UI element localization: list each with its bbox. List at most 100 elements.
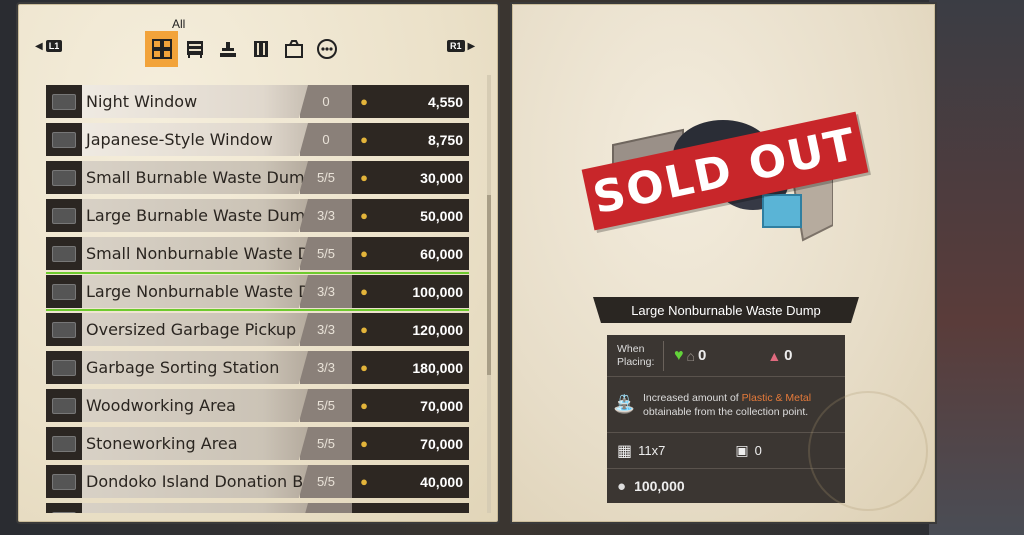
item-name: Large Burnable Waste Dump bbox=[82, 199, 308, 232]
house-icon: ⌂ bbox=[686, 347, 695, 364]
coin-icon: ● bbox=[352, 275, 376, 308]
item-stock: 5/5 bbox=[300, 503, 352, 513]
list-item[interactable]: Night Window 0 ● 4,550 bbox=[46, 85, 469, 118]
tab-all[interactable] bbox=[145, 31, 178, 67]
money-bag-icon: ● bbox=[617, 477, 627, 495]
more-icon bbox=[316, 39, 337, 59]
effect-description: ⛲ Increased amount of Plastic & Metal ob… bbox=[607, 377, 845, 433]
size-grid-icon: ▦ bbox=[617, 442, 633, 460]
item-stock: 0 bbox=[300, 123, 352, 156]
item-thumbnail bbox=[46, 351, 82, 384]
list-item[interactable]: Garbage Sorting Station 3/3 ● 180,000 bbox=[46, 351, 469, 384]
hearts-stat: ♥ ⌂ 0 ▲ 0 bbox=[664, 347, 793, 365]
item-name: Dondoko Island Donation Box bbox=[82, 465, 308, 498]
item-stock: 0 bbox=[300, 85, 352, 118]
tab-walls[interactable] bbox=[244, 31, 277, 67]
heart-icon: ♥ bbox=[674, 346, 684, 364]
hearts-value: 0 bbox=[697, 347, 707, 364]
item-thumbnail bbox=[46, 85, 82, 118]
coin-icon: ● bbox=[352, 313, 376, 346]
item-name: Night Window bbox=[82, 85, 308, 118]
item-price: 100,000 bbox=[376, 275, 469, 308]
item-name: Large Nonburnable Waste Dum bbox=[82, 275, 308, 308]
grid-icon bbox=[151, 39, 172, 59]
coin-icon: ● bbox=[352, 199, 376, 232]
item-thumbnail bbox=[46, 427, 82, 460]
prev-category-hint[interactable]: ◀ L1 bbox=[35, 40, 63, 52]
arrow-left-icon: ◀ bbox=[35, 40, 43, 52]
item-stock: 3/3 bbox=[300, 313, 352, 346]
coin-icon: ● bbox=[352, 85, 376, 118]
item-price: 180,000 bbox=[376, 351, 469, 384]
item-price: 30,000 bbox=[376, 161, 469, 194]
item-price: 120,000 bbox=[376, 313, 469, 346]
item-name: Japanese-Style Window bbox=[82, 123, 308, 156]
item-stock: 5/5 bbox=[300, 427, 352, 460]
item-stock: 3/3 bbox=[300, 199, 352, 232]
item-stock: 3/3 bbox=[300, 275, 352, 308]
item-name: Stoneworking Area bbox=[82, 427, 308, 460]
item-name: Small Nonburnable Waste Dum bbox=[82, 237, 308, 270]
coin-icon: ● bbox=[352, 503, 376, 513]
list-item[interactable]: Small Nonburnable Waste Dum 5/5 ● 60,000 bbox=[46, 237, 469, 270]
tab-items[interactable] bbox=[277, 31, 310, 67]
item-price: 70,000 bbox=[376, 427, 469, 460]
item-price: 70,000 bbox=[376, 389, 469, 422]
item-price: 50,000 bbox=[376, 199, 469, 232]
l1-button-label: L1 bbox=[45, 40, 63, 52]
placement-stats: When Placing: ♥ ⌂ 0 ▲ 0 bbox=[607, 335, 845, 377]
arrow-right-icon: ▶ bbox=[467, 40, 476, 52]
item-stock: 5/5 bbox=[300, 161, 352, 194]
shop-item-list: Night Window 0 ● 4,550 Japanese-Style Wi… bbox=[46, 75, 469, 513]
item-thumbnail bbox=[46, 199, 82, 232]
coin-icon: ● bbox=[352, 465, 376, 498]
item-info-box: When Placing: ♥ ⌂ 0 ▲ 0 ⛲ Increased amou… bbox=[607, 335, 845, 503]
materials-value: 0 bbox=[754, 443, 762, 458]
price-value: 100,000 bbox=[634, 478, 685, 494]
fountain-icon bbox=[219, 42, 236, 57]
likes-value: 0 bbox=[784, 347, 793, 364]
list-item[interactable]: Small Chicken Coop 5/5 ● 20,000 bbox=[46, 503, 469, 513]
item-thumbnail bbox=[46, 389, 82, 422]
list-item[interactable]: Dondoko Island Donation Box 5/5 ● 40,000 bbox=[46, 465, 469, 498]
list-item[interactable]: Stoneworking Area 5/5 ● 70,000 bbox=[46, 427, 469, 460]
dresser-icon bbox=[186, 41, 203, 58]
item-price: 60,000 bbox=[376, 237, 469, 270]
list-item[interactable]: Japanese-Style Window 0 ● 8,750 bbox=[46, 123, 469, 156]
coin-icon: ● bbox=[352, 389, 376, 422]
list-item[interactable]: Oversized Garbage Pickup 3/3 ● 120,000 bbox=[46, 313, 469, 346]
scrollbar-thumb[interactable] bbox=[487, 195, 491, 375]
item-name: Garbage Sorting Station bbox=[82, 351, 308, 384]
category-tabbar: ◀ L1 All R1 ▶ bbox=[19, 5, 497, 71]
r1-button-label: R1 bbox=[447, 40, 465, 52]
item-price: 8,750 bbox=[376, 123, 469, 156]
active-tab-label: All bbox=[172, 17, 186, 31]
background-left bbox=[0, 0, 20, 535]
item-detail-panel: SOLD OUT Large Nonburnable Waste Dump Wh… bbox=[512, 4, 935, 522]
item-name: Small Chicken Coop bbox=[82, 503, 308, 513]
coin-icon: ● bbox=[352, 351, 376, 384]
list-scrollbar[interactable] bbox=[487, 75, 491, 513]
item-thumbnail bbox=[46, 161, 82, 194]
list-item[interactable]: Small Burnable Waste Dump 5/5 ● 30,000 bbox=[46, 161, 469, 194]
item-thumbnail bbox=[46, 237, 82, 270]
decorative-flower bbox=[808, 391, 928, 511]
item-stock: 5/5 bbox=[300, 389, 352, 422]
wall-icon bbox=[253, 41, 268, 57]
list-item[interactable]: Large Burnable Waste Dump 3/3 ● 50,000 bbox=[46, 199, 469, 232]
list-item-selected[interactable]: Large Nonburnable Waste Dum 3/3 ● 100,00… bbox=[46, 272, 469, 311]
materials-icon: ▣ bbox=[735, 442, 749, 458]
item-price: 40,000 bbox=[376, 465, 469, 498]
list-item[interactable]: Woodworking Area 5/5 ● 70,000 bbox=[46, 389, 469, 422]
shop-list-panel: ◀ L1 All R1 ▶ Night Window 0 ● 4,550 Jap… bbox=[18, 4, 498, 522]
item-thumbnail bbox=[46, 465, 82, 498]
tab-furniture[interactable] bbox=[178, 31, 211, 67]
coin-icon: ● bbox=[352, 427, 376, 460]
tab-outdoor[interactable] bbox=[211, 31, 244, 67]
item-stock: 5/5 bbox=[300, 237, 352, 270]
tab-other[interactable] bbox=[310, 31, 343, 67]
next-category-hint[interactable]: R1 ▶ bbox=[447, 40, 475, 52]
coin-icon: ● bbox=[352, 237, 376, 270]
background-right bbox=[929, 0, 1024, 535]
item-name: Small Burnable Waste Dump bbox=[82, 161, 308, 194]
